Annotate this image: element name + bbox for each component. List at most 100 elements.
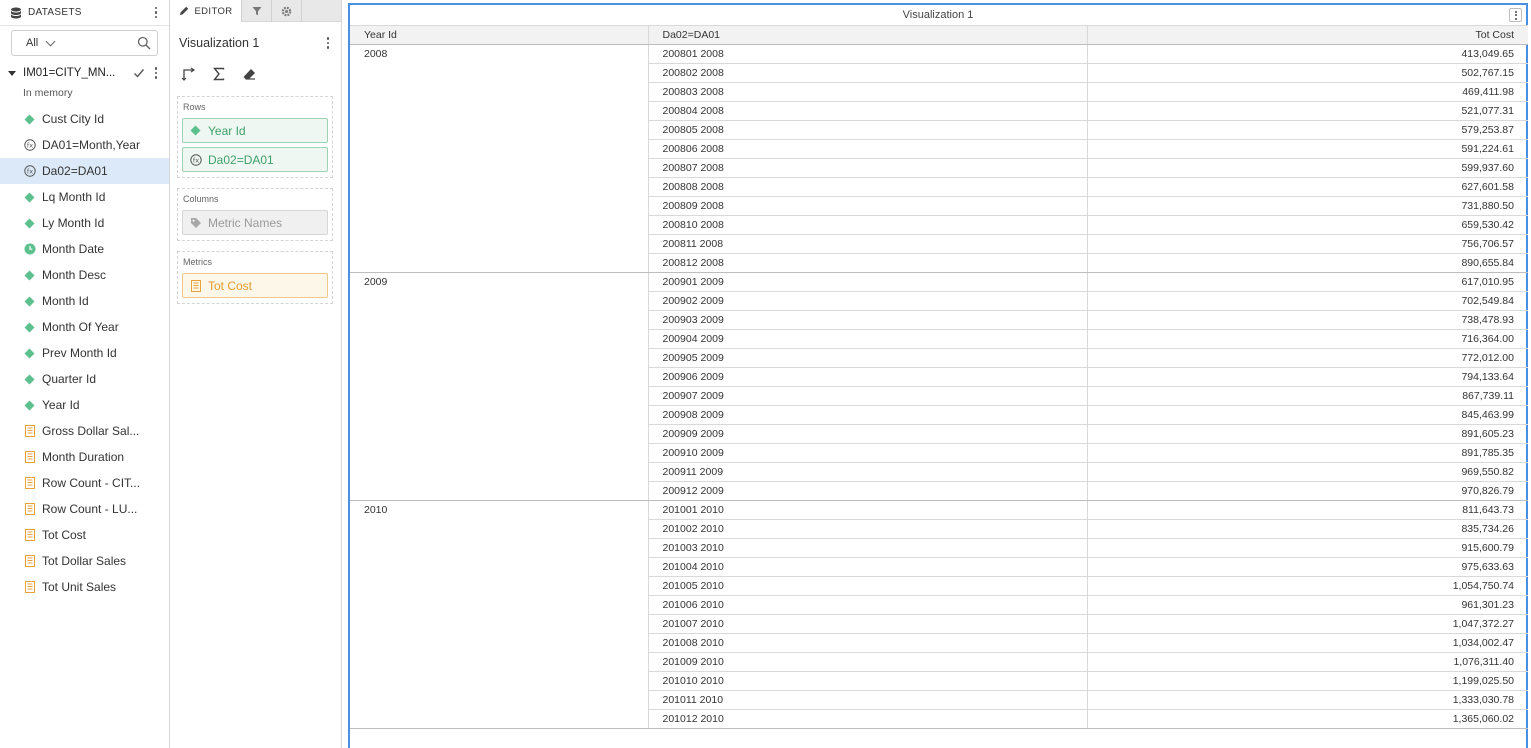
dataset-column-item[interactable]: Quarter Id: [0, 366, 169, 392]
tot-cost-cell[interactable]: 961,301.23: [1087, 595, 1528, 615]
tot-cost-cell[interactable]: 969,550.82: [1087, 462, 1528, 482]
tot-cost-cell[interactable]: 738,478.93: [1087, 310, 1528, 330]
dataset-column-item[interactable]: Tot Unit Sales: [0, 574, 169, 600]
tot-cost-cell[interactable]: 891,605.23: [1087, 424, 1528, 444]
period-cell[interactable]: 200901 2009: [648, 272, 1088, 292]
tot-cost-cell[interactable]: 890,655.84: [1087, 253, 1528, 273]
period-cell[interactable]: 200812 2008: [648, 253, 1088, 273]
period-cell[interactable]: 201010 2010: [648, 671, 1088, 691]
period-cell[interactable]: 201001 2010: [648, 500, 1088, 520]
tot-cost-cell[interactable]: 756,706.57: [1087, 234, 1528, 254]
tab-filters[interactable]: [242, 0, 272, 22]
period-cell[interactable]: 200805 2008: [648, 120, 1088, 140]
period-cell[interactable]: 200907 2009: [648, 386, 1088, 406]
tot-cost-cell[interactable]: 1,054,750.74: [1087, 576, 1528, 596]
dataset-column-item[interactable]: Year Id: [0, 392, 169, 418]
dataset-column-item[interactable]: Month Id: [0, 288, 169, 314]
tot-cost-cell[interactable]: 702,549.84: [1087, 291, 1528, 311]
header-year-id[interactable]: Year Id: [350, 25, 648, 45]
period-cell[interactable]: 200912 2009: [648, 481, 1088, 501]
tot-cost-cell[interactable]: 794,133.64: [1087, 367, 1528, 387]
dataset-column-item[interactable]: Tot Dollar Sales: [0, 548, 169, 574]
columns-pill-metric-names[interactable]: Metric Names: [182, 210, 328, 235]
dataset-column-item[interactable]: Gross Dollar Sal...: [0, 418, 169, 444]
dataset-column-item[interactable]: Prev Month Id: [0, 340, 169, 366]
dataset-type-dropdown[interactable]: All: [12, 36, 56, 49]
search-icon[interactable]: [137, 36, 151, 50]
period-cell[interactable]: 200910 2009: [648, 443, 1088, 463]
eraser-icon[interactable]: [241, 66, 257, 82]
dataset-column-item[interactable]: Month Of Year: [0, 314, 169, 340]
rows-pill-year-id[interactable]: Year Id: [182, 118, 328, 143]
tot-cost-cell[interactable]: 716,364.00: [1087, 329, 1528, 349]
tot-cost-cell[interactable]: 502,767.15: [1087, 63, 1528, 83]
dataset-column-item[interactable]: Row Count - CIT...: [0, 470, 169, 496]
dataset-column-item[interactable]: Ly Month Id: [0, 210, 169, 236]
tot-cost-cell[interactable]: 469,411.98: [1087, 82, 1528, 102]
dataset-menu-icon[interactable]: [149, 64, 163, 82]
visualization-container[interactable]: Visualization 1 Year Id Da02=DA01 Tot Co…: [348, 3, 1528, 748]
tot-cost-cell[interactable]: 591,224.61: [1087, 139, 1528, 159]
visualization-menu-icon[interactable]: [1509, 8, 1522, 22]
tot-cost-cell[interactable]: 1,365,060.02: [1087, 709, 1528, 729]
period-cell[interactable]: 200809 2008: [648, 196, 1088, 216]
tab-editor[interactable]: EDITOR: [171, 0, 242, 22]
tot-cost-cell[interactable]: 811,643.73: [1087, 500, 1528, 520]
period-cell[interactable]: 200811 2008: [648, 234, 1088, 254]
collapse-caret-icon[interactable]: [8, 70, 16, 76]
tot-cost-cell[interactable]: 1,034,002.47: [1087, 633, 1528, 653]
period-cell[interactable]: 200803 2008: [648, 82, 1088, 102]
sigma-totals-icon[interactable]: [211, 66, 227, 82]
rows-drop-zone[interactable]: Rows Year Id fx Da02=DA01: [177, 96, 333, 178]
period-cell[interactable]: 201006 2010: [648, 595, 1088, 615]
metrics-pill-tot-cost[interactable]: Tot Cost: [182, 273, 328, 298]
header-da02[interactable]: Da02=DA01: [647, 25, 1087, 45]
period-cell[interactable]: 200909 2009: [648, 424, 1088, 444]
tot-cost-cell[interactable]: 845,463.99: [1087, 405, 1528, 425]
tot-cost-cell[interactable]: 867,739.11: [1087, 386, 1528, 406]
tot-cost-cell[interactable]: 731,880.50: [1087, 196, 1528, 216]
tot-cost-cell[interactable]: 970,826.79: [1087, 481, 1528, 501]
year-cell[interactable]: 2009: [350, 272, 649, 501]
tot-cost-cell[interactable]: 627,601.58: [1087, 177, 1528, 197]
tot-cost-cell[interactable]: 1,076,311.40: [1087, 652, 1528, 672]
datasets-menu-icon[interactable]: [149, 4, 163, 22]
header-tot-cost[interactable]: Tot Cost: [1086, 25, 1528, 45]
dataset-column-item[interactable]: Row Count - LU...: [0, 496, 169, 522]
year-cell[interactable]: 2010: [350, 500, 649, 729]
period-cell[interactable]: 200806 2008: [648, 139, 1088, 159]
period-cell[interactable]: 200905 2009: [648, 348, 1088, 368]
dataset-source-row[interactable]: IM01=CITY_MN...: [0, 62, 169, 84]
tot-cost-cell[interactable]: 617,010.95: [1087, 272, 1528, 292]
tot-cost-cell[interactable]: 835,734.26: [1087, 519, 1528, 539]
metrics-drop-zone[interactable]: Metrics Tot Cost: [177, 251, 333, 304]
tot-cost-cell[interactable]: 1,199,025.50: [1087, 671, 1528, 691]
dataset-column-item[interactable]: fx Da02=DA01: [0, 158, 169, 184]
dataset-column-item[interactable]: fx DA01=Month,Year: [0, 132, 169, 158]
period-cell[interactable]: 200902 2009: [648, 291, 1088, 311]
dataset-column-item[interactable]: Tot Cost: [0, 522, 169, 548]
period-cell[interactable]: 200903 2009: [648, 310, 1088, 330]
period-cell[interactable]: 201011 2010: [648, 690, 1088, 710]
tot-cost-cell[interactable]: 975,633.63: [1087, 557, 1528, 577]
period-cell[interactable]: 200804 2008: [648, 101, 1088, 121]
period-cell[interactable]: 200911 2009: [648, 462, 1088, 482]
period-cell[interactable]: 201012 2010: [648, 709, 1088, 729]
dataset-column-item[interactable]: Month Date: [0, 236, 169, 262]
period-cell[interactable]: 201004 2010: [648, 557, 1088, 577]
dataset-column-item[interactable]: Month Desc: [0, 262, 169, 288]
period-cell[interactable]: 200801 2008: [648, 44, 1088, 64]
period-cell[interactable]: 200808 2008: [648, 177, 1088, 197]
dataset-column-item[interactable]: Lq Month Id: [0, 184, 169, 210]
tab-properties[interactable]: [272, 0, 302, 22]
period-cell[interactable]: 201009 2010: [648, 652, 1088, 672]
editor-viz-menu-icon[interactable]: [321, 34, 335, 52]
period-cell[interactable]: 200810 2008: [648, 215, 1088, 235]
tot-cost-cell[interactable]: 1,047,372.27: [1087, 614, 1528, 634]
dataset-column-item[interactable]: Cust City Id: [0, 106, 169, 132]
tot-cost-cell[interactable]: 599,937.60: [1087, 158, 1528, 178]
tot-cost-cell[interactable]: 891,785.35: [1087, 443, 1528, 463]
columns-drop-zone[interactable]: Columns Metric Names: [177, 188, 333, 241]
dataset-column-item[interactable]: Month Duration: [0, 444, 169, 470]
period-cell[interactable]: 200906 2009: [648, 367, 1088, 387]
